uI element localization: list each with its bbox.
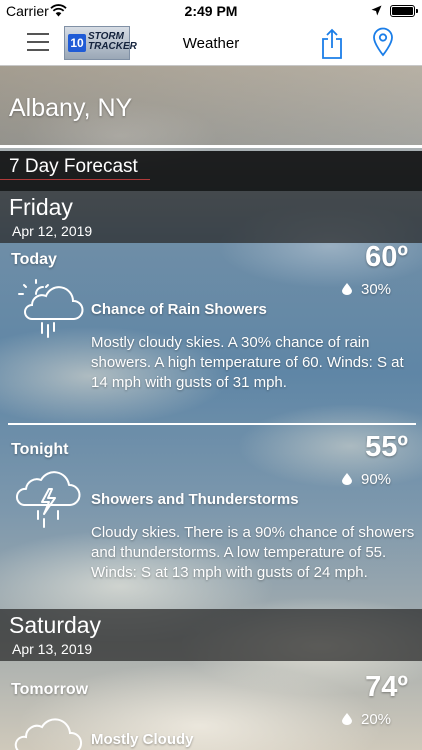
partly-cloudy-icon bbox=[14, 718, 82, 750]
seven-day-forecast-header: 7 Day Forecast bbox=[0, 151, 422, 191]
nav-bar: 10 STORM TRACKER Weather bbox=[0, 22, 422, 66]
location-arrow-icon bbox=[371, 5, 382, 16]
forecast-content[interactable]: Albany, NY 7 Day Forecast Friday Apr 12,… bbox=[0, 66, 422, 750]
battery-icon bbox=[390, 5, 418, 17]
condition-label: Mostly Cloudy bbox=[91, 731, 194, 748]
day-name: Friday bbox=[9, 194, 73, 220]
forecast-description: Cloudy skies. There is a 90% chance of s… bbox=[91, 524, 415, 581]
period-temperature: 60º bbox=[365, 241, 408, 273]
period-name: Tomorrow bbox=[11, 681, 89, 698]
precip-chance: 20% bbox=[361, 711, 392, 728]
precip-chance: 30% bbox=[361, 281, 392, 298]
share-icon[interactable] bbox=[320, 28, 344, 60]
section-underline bbox=[0, 179, 150, 180]
period-name: Tonight bbox=[11, 441, 69, 458]
period-temperature: 55º bbox=[365, 431, 408, 463]
location-pin-icon[interactable] bbox=[372, 27, 394, 57]
day-header-saturday: Saturday Apr 13, 2019 bbox=[0, 609, 422, 661]
day-date: Apr 12, 2019 bbox=[12, 223, 93, 239]
day-date: Apr 13, 2019 bbox=[12, 641, 93, 657]
condition-label: Showers and Thunderstorms bbox=[91, 491, 299, 508]
day-name: Saturday bbox=[9, 612, 102, 638]
raindrop-icon bbox=[342, 283, 352, 295]
section-title: 7 Day Forecast bbox=[9, 156, 138, 177]
raindrop-icon bbox=[342, 473, 352, 485]
location-name: Albany, NY bbox=[9, 94, 133, 122]
status-bar: Carrier 2:49 PM bbox=[0, 0, 422, 22]
period-temperature: 74º bbox=[365, 671, 408, 703]
period-divider bbox=[8, 423, 416, 425]
location-banner: Albany, NY bbox=[0, 66, 422, 148]
precip-chance: 90% bbox=[361, 471, 392, 488]
period-name: Today bbox=[11, 251, 57, 268]
forecast-description: Mostly cloudy skies. A 30% chance of rai… bbox=[91, 334, 404, 391]
forecast-period-today[interactable]: Today 60º 30% Chance of Rain Showers Mos… bbox=[0, 241, 422, 423]
forecast-period-tomorrow[interactable]: Tomorrow 74º 20% Mostly Cloudy bbox=[0, 671, 422, 750]
condition-label: Chance of Rain Showers bbox=[91, 301, 267, 318]
thunderstorm-icon bbox=[15, 471, 81, 528]
day-header-friday: Friday Apr 12, 2019 bbox=[0, 191, 422, 243]
status-time: 2:49 PM bbox=[184, 3, 238, 19]
raindrop-icon bbox=[342, 713, 352, 725]
rain-showers-icon bbox=[18, 279, 84, 338]
forecast-period-tonight[interactable]: Tonight 55º 90% Showers and Thunderstorm… bbox=[0, 431, 422, 609]
page-title: Weather bbox=[182, 35, 240, 52]
